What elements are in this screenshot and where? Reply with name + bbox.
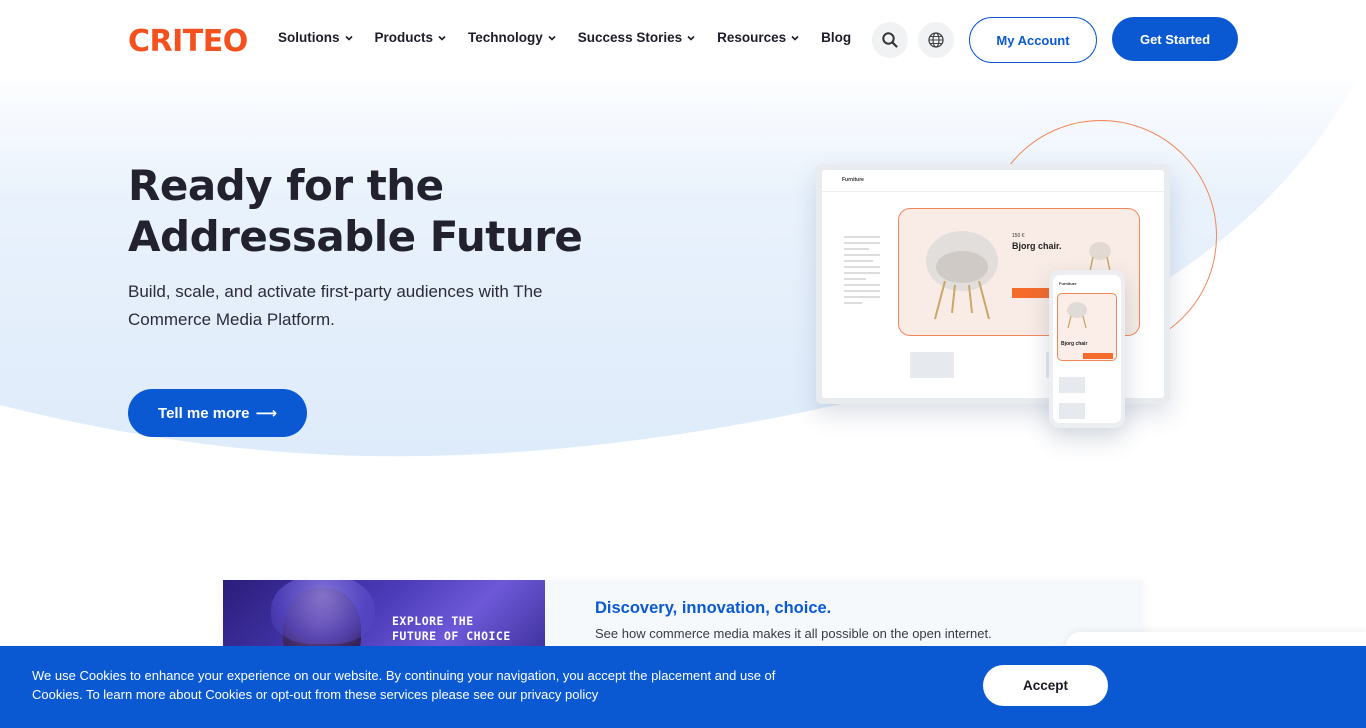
main-nav: Solutions Products Technology Success St…: [278, 30, 872, 45]
nav-item-resources[interactable]: Resources: [717, 30, 800, 45]
nav-label: Technology: [468, 30, 543, 45]
mockup-filter-list: [844, 236, 880, 308]
phone-brand: Furniture: [1059, 281, 1077, 286]
nav-item-technology[interactable]: Technology: [468, 30, 557, 45]
mockup-product-name: Bjorg chair.: [1012, 241, 1062, 251]
chevron-down-icon: [344, 35, 353, 41]
get-started-button[interactable]: Get Started: [1112, 17, 1238, 61]
hero-title-line2: Addressable Future: [128, 212, 583, 261]
mockup-add-to-cart: [1012, 288, 1052, 298]
chair-image: [926, 231, 998, 320]
hero-title: Ready for the Addressable Future: [128, 160, 688, 262]
tell-me-more-button[interactable]: Tell me more ⟶: [128, 389, 307, 437]
chevron-down-icon: [438, 35, 446, 41]
feature-description: See how commerce media makes it all poss…: [595, 626, 992, 641]
feature-image-caption: EXPLORE THE FUTURE OF CHOICE: [392, 614, 511, 644]
nav-item-products[interactable]: Products: [375, 30, 448, 45]
hero-illustration: Furniture 150 € Bjorg chair. Furniture B…: [800, 110, 1230, 470]
nav-label: Blog: [821, 30, 852, 45]
feature-image-caption-line1: EXPLORE THE: [392, 614, 474, 628]
arrow-right-icon: ⟶: [255, 405, 277, 422]
search-icon: [882, 32, 898, 48]
nav-item-blog[interactable]: Blog: [821, 30, 851, 45]
chair-image: [1067, 302, 1087, 329]
nav-label: Resources: [717, 30, 787, 45]
nav-label: Success Stories: [577, 30, 683, 45]
hero-subtitle: Build, scale, and activate first-party a…: [128, 282, 543, 329]
chevron-down-icon: [548, 35, 556, 41]
phone-add-to-cart: [1083, 353, 1113, 359]
search-button[interactable]: [872, 22, 908, 58]
site-header: CRITEO Solutions Products Technology Suc…: [0, 0, 1366, 80]
tell-me-more-label: Tell me more: [158, 404, 250, 422]
phone-list-thumb: [1059, 403, 1085, 419]
cookie-text: We use Cookies to enhance your experienc…: [32, 668, 776, 702]
phone-product-card: [1057, 293, 1117, 361]
phone-screen: Furniture Bjorg chair: [1053, 275, 1121, 423]
nav-item-solutions[interactable]: Solutions: [278, 30, 354, 45]
chevron-down-icon: [791, 35, 799, 41]
mockup-brand: Furniture: [842, 177, 864, 183]
chevron-down-icon: [687, 35, 695, 41]
svg-text:CRITEO: CRITEO: [128, 26, 248, 53]
nav-label: Solutions: [278, 30, 340, 45]
language-button[interactable]: [918, 22, 954, 58]
globe-icon: [928, 32, 944, 48]
hero-title-line1: Ready for the: [128, 161, 444, 210]
nav-label: Products: [374, 30, 434, 45]
my-account-button[interactable]: My Account: [969, 17, 1097, 63]
feature-title[interactable]: Discovery, innovation, choice.: [595, 599, 831, 618]
criteo-logo[interactable]: CRITEO: [128, 26, 260, 53]
feature-image-caption-line2: FUTURE OF CHOICE: [392, 629, 511, 643]
accept-cookies-button[interactable]: Accept: [983, 665, 1108, 706]
nav-item-success-stories[interactable]: Success Stories: [578, 30, 696, 45]
cookie-banner: We use Cookies to enhance your experienc…: [0, 646, 1366, 728]
phone-list-thumb: [1059, 377, 1085, 393]
phone-mockup: Furniture Bjorg chair: [1049, 270, 1125, 428]
helmet-graphic: [271, 580, 375, 644]
chair-thumbnail: [1089, 242, 1111, 272]
mockup-price: 150 €: [1012, 233, 1025, 239]
phone-product-name: Bjorg chair: [1061, 341, 1088, 347]
mockup-topbar: Furniture: [822, 170, 1164, 192]
